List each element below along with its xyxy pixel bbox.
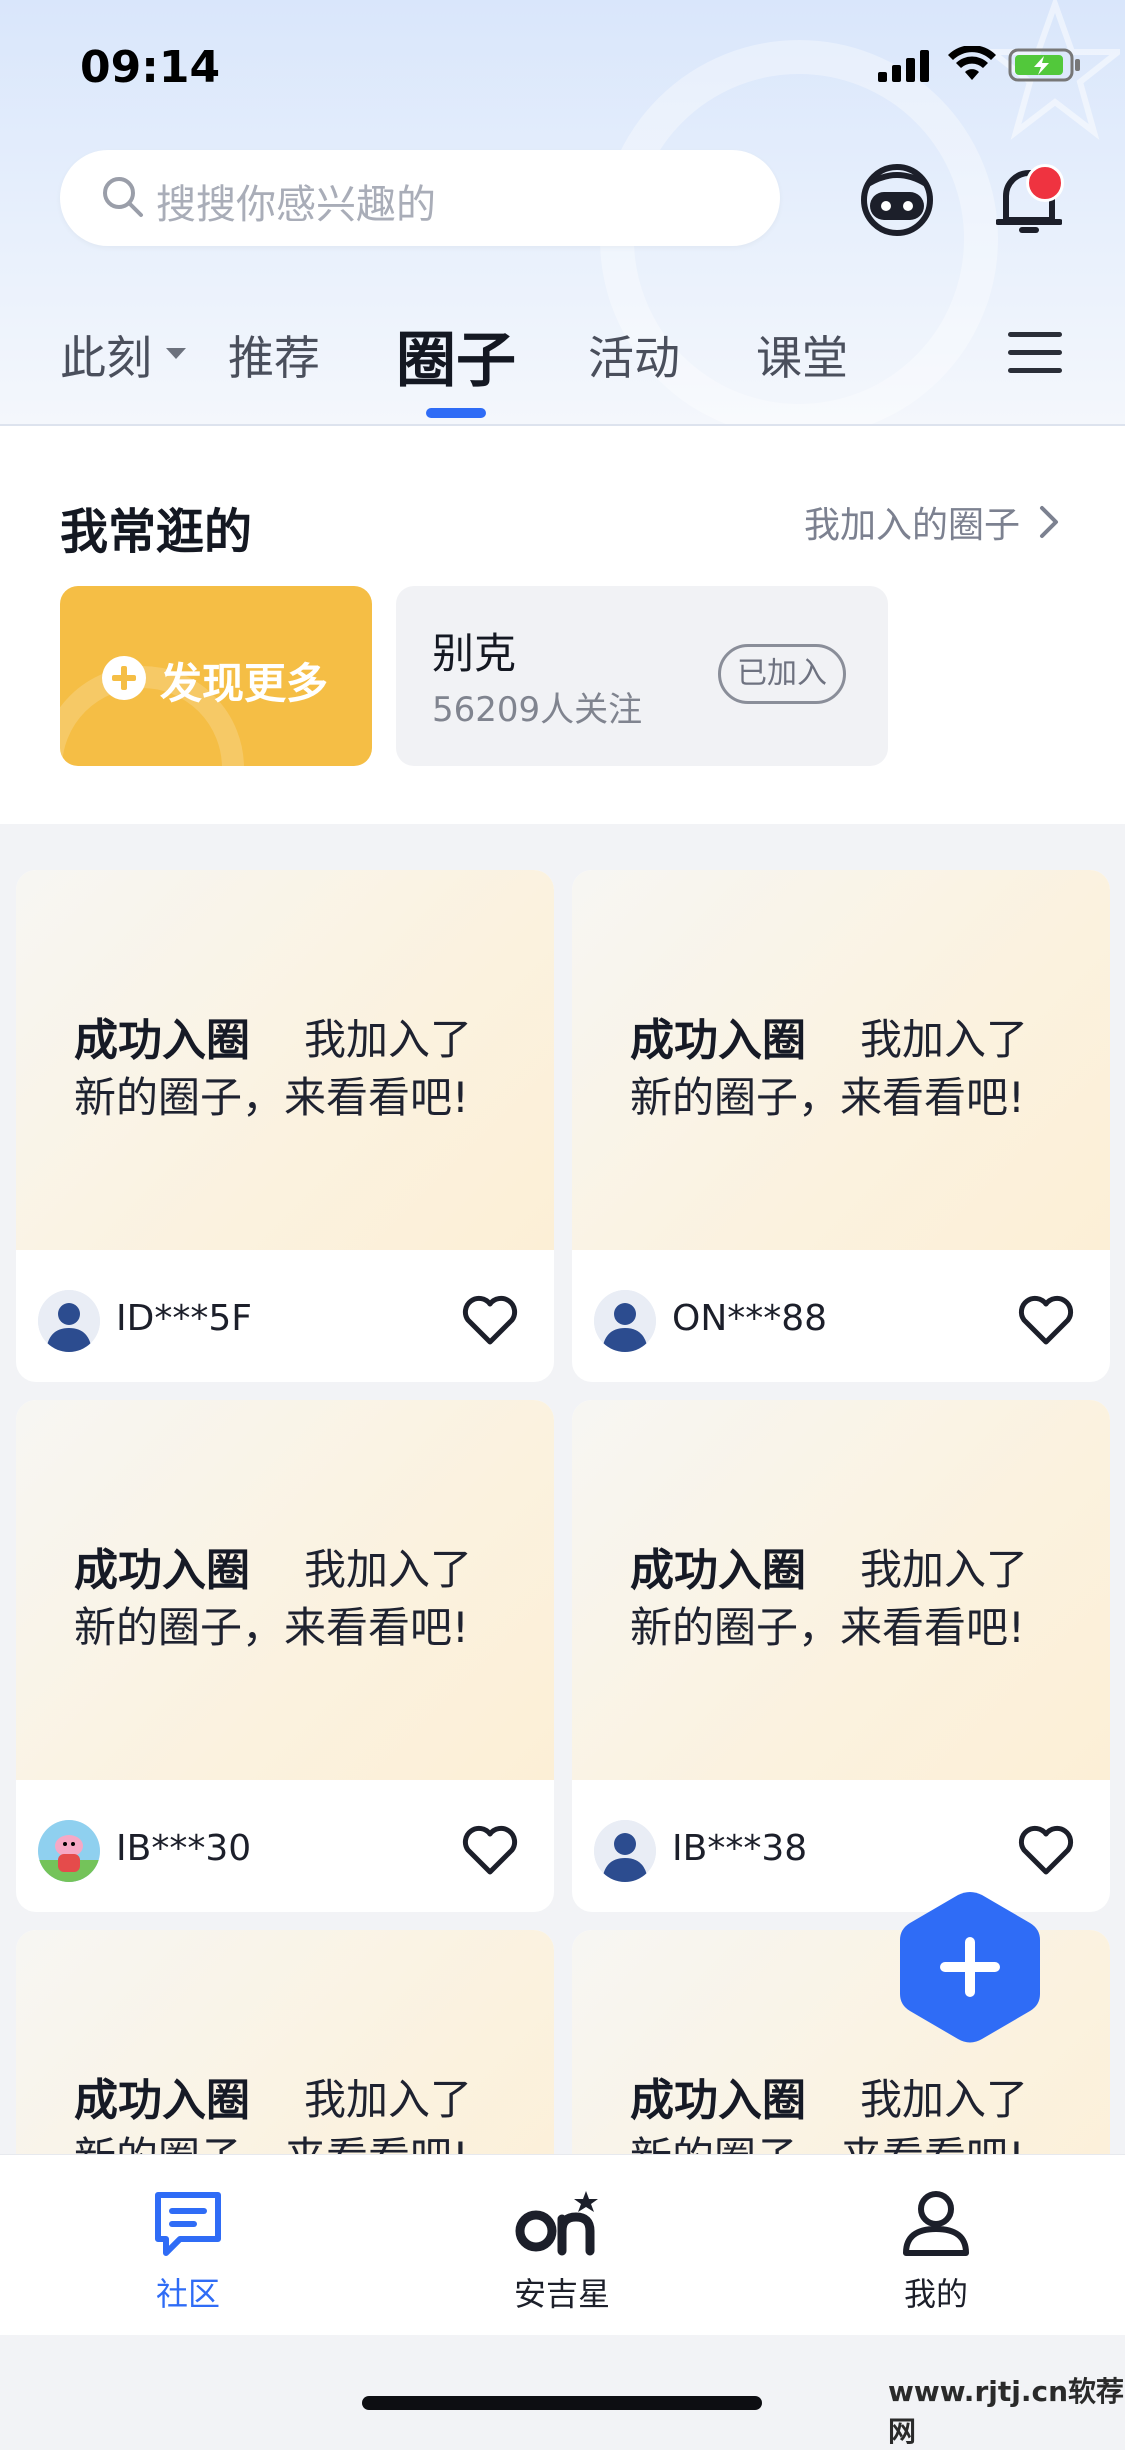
post-username[interactable]: ON***88 bbox=[672, 1298, 827, 1339]
tab-now[interactable]: 此刻 bbox=[60, 322, 152, 388]
post-card[interactable]: 成功入圈 我加入了 新的圈子，来看看吧! IB***38 bbox=[572, 1400, 1110, 1912]
post-card[interactable]: 成功入圈 我加入了 新的圈子，来看看吧! IB***30 bbox=[16, 1400, 554, 1912]
frequent-circles-section: 我常逛的 我加入的圈子 发现更多 别克 56209人关注 已加入 bbox=[0, 426, 1125, 824]
watermark: www.rjtj.cn软荐网 bbox=[888, 2375, 1125, 2448]
default-avatar[interactable] bbox=[594, 1290, 656, 1352]
post-text: 我加入了 bbox=[304, 1545, 473, 1594]
top-tabs: 此刻 推荐 圈子 活动 课堂 bbox=[0, 300, 1125, 418]
post-text: 新的圈子，来看看吧! bbox=[74, 2124, 469, 2154]
search-bar[interactable]: 搜搜你感兴趣的 bbox=[60, 150, 780, 246]
post-text: 新的圈子，来看看吧! bbox=[630, 2124, 1025, 2154]
heart-icon[interactable] bbox=[460, 1822, 520, 1878]
post-text: 我加入了 bbox=[304, 2075, 473, 2124]
chat-icon bbox=[155, 2192, 221, 2256]
post-title: 成功入圈 bbox=[630, 1545, 806, 1596]
cellular-signal-icon bbox=[878, 50, 929, 82]
active-tab-indicator bbox=[426, 408, 486, 418]
post-text: 新的圈子，来看看吧! bbox=[74, 1073, 469, 1122]
tab-circles[interactable]: 圈子 bbox=[396, 312, 516, 399]
profile-icon bbox=[903, 2191, 969, 2256]
home-indicator[interactable] bbox=[362, 2396, 762, 2410]
post-text: 我加入了 bbox=[860, 2075, 1029, 2124]
joined-badge[interactable]: 已加入 bbox=[718, 644, 846, 704]
nav-profile[interactable]: 我的 bbox=[836, 2155, 1036, 2335]
heart-icon[interactable] bbox=[1016, 1822, 1076, 1878]
circle-card-buick[interactable]: 别克 56209人关注 已加入 bbox=[396, 586, 888, 766]
section-title: 我常逛的 bbox=[60, 504, 253, 560]
nav-label: 社区 bbox=[155, 2275, 220, 2313]
menu-icon[interactable] bbox=[1008, 330, 1064, 376]
plus-circle-icon bbox=[102, 656, 146, 700]
cartoon-avatar[interactable] bbox=[38, 1820, 100, 1882]
default-avatar[interactable] bbox=[594, 1820, 656, 1882]
onstar-icon bbox=[515, 2191, 598, 2256]
nav-community[interactable]: 社区 bbox=[88, 2155, 288, 2335]
discover-more-button[interactable]: 发现更多 bbox=[60, 586, 372, 766]
post-text: 我加入了 bbox=[860, 1545, 1029, 1594]
heart-icon[interactable] bbox=[460, 1292, 520, 1348]
status-bar: 09:14 bbox=[0, 38, 1125, 98]
create-post-button[interactable] bbox=[896, 1888, 1044, 2046]
post-title: 成功入圈 bbox=[74, 2075, 250, 2126]
notification-dot bbox=[1026, 164, 1064, 202]
tab-classroom[interactable]: 课堂 bbox=[756, 322, 848, 388]
post-card[interactable]: 成功入圈 我加入了 新的圈子，来看看吧! ID***5F bbox=[16, 870, 554, 1382]
wifi-icon bbox=[948, 46, 996, 80]
post-text: 新的圈子，来看看吧! bbox=[630, 1603, 1025, 1652]
joined-circles-link[interactable]: 我加入的圈子 bbox=[804, 496, 1020, 548]
nav-label: 安吉星 bbox=[513, 2275, 610, 2313]
battery-charging-icon bbox=[1008, 48, 1080, 82]
nav-label: 我的 bbox=[903, 2275, 968, 2313]
post-card[interactable]: 成功入圈 我加入了 新的圈子，来看看吧! bbox=[16, 1930, 554, 2154]
post-username[interactable]: ID***5F bbox=[116, 1298, 252, 1339]
chevron-right-icon[interactable] bbox=[1038, 504, 1060, 540]
tab-activities[interactable]: 活动 bbox=[588, 322, 680, 388]
post-text: 新的圈子，来看看吧! bbox=[74, 1603, 469, 1652]
search-placeholder: 搜搜你感兴趣的 bbox=[156, 182, 436, 228]
circle-name: 别克 bbox=[432, 629, 517, 678]
post-card[interactable]: 成功入圈 我加入了 新的圈子，来看看吧! ON***88 bbox=[572, 870, 1110, 1382]
bottom-nav: 社区 安吉星 我的 bbox=[0, 2154, 1125, 2335]
post-text: 我加入了 bbox=[860, 1015, 1029, 1064]
circle-followers: 56209人关注 bbox=[432, 690, 643, 730]
discover-more-label: 发现更多 bbox=[160, 659, 329, 708]
post-title: 成功入圈 bbox=[630, 2075, 806, 2126]
post-title: 成功入圈 bbox=[630, 1015, 806, 1066]
status-time: 09:14 bbox=[80, 42, 221, 93]
search-icon bbox=[103, 177, 143, 217]
post-username[interactable]: IB***30 bbox=[116, 1828, 251, 1869]
dropdown-caret-icon[interactable] bbox=[166, 348, 186, 359]
post-text: 我加入了 bbox=[304, 1015, 473, 1064]
post-title: 成功入圈 bbox=[74, 1015, 250, 1066]
post-text: 新的圈子，来看看吧! bbox=[630, 1073, 1025, 1122]
default-avatar[interactable] bbox=[38, 1290, 100, 1352]
tab-recommend[interactable]: 推荐 bbox=[228, 322, 320, 388]
nav-onstar[interactable]: 安吉星 bbox=[462, 2155, 662, 2335]
assistant-robot-icon[interactable] bbox=[858, 162, 936, 238]
post-username[interactable]: IB***38 bbox=[672, 1828, 807, 1869]
heart-icon[interactable] bbox=[1016, 1292, 1076, 1348]
top-header: 09:14 搜搜你感兴趣的 此刻 推荐 圈子 活动 课堂 bbox=[0, 0, 1125, 426]
post-title: 成功入圈 bbox=[74, 1545, 250, 1596]
